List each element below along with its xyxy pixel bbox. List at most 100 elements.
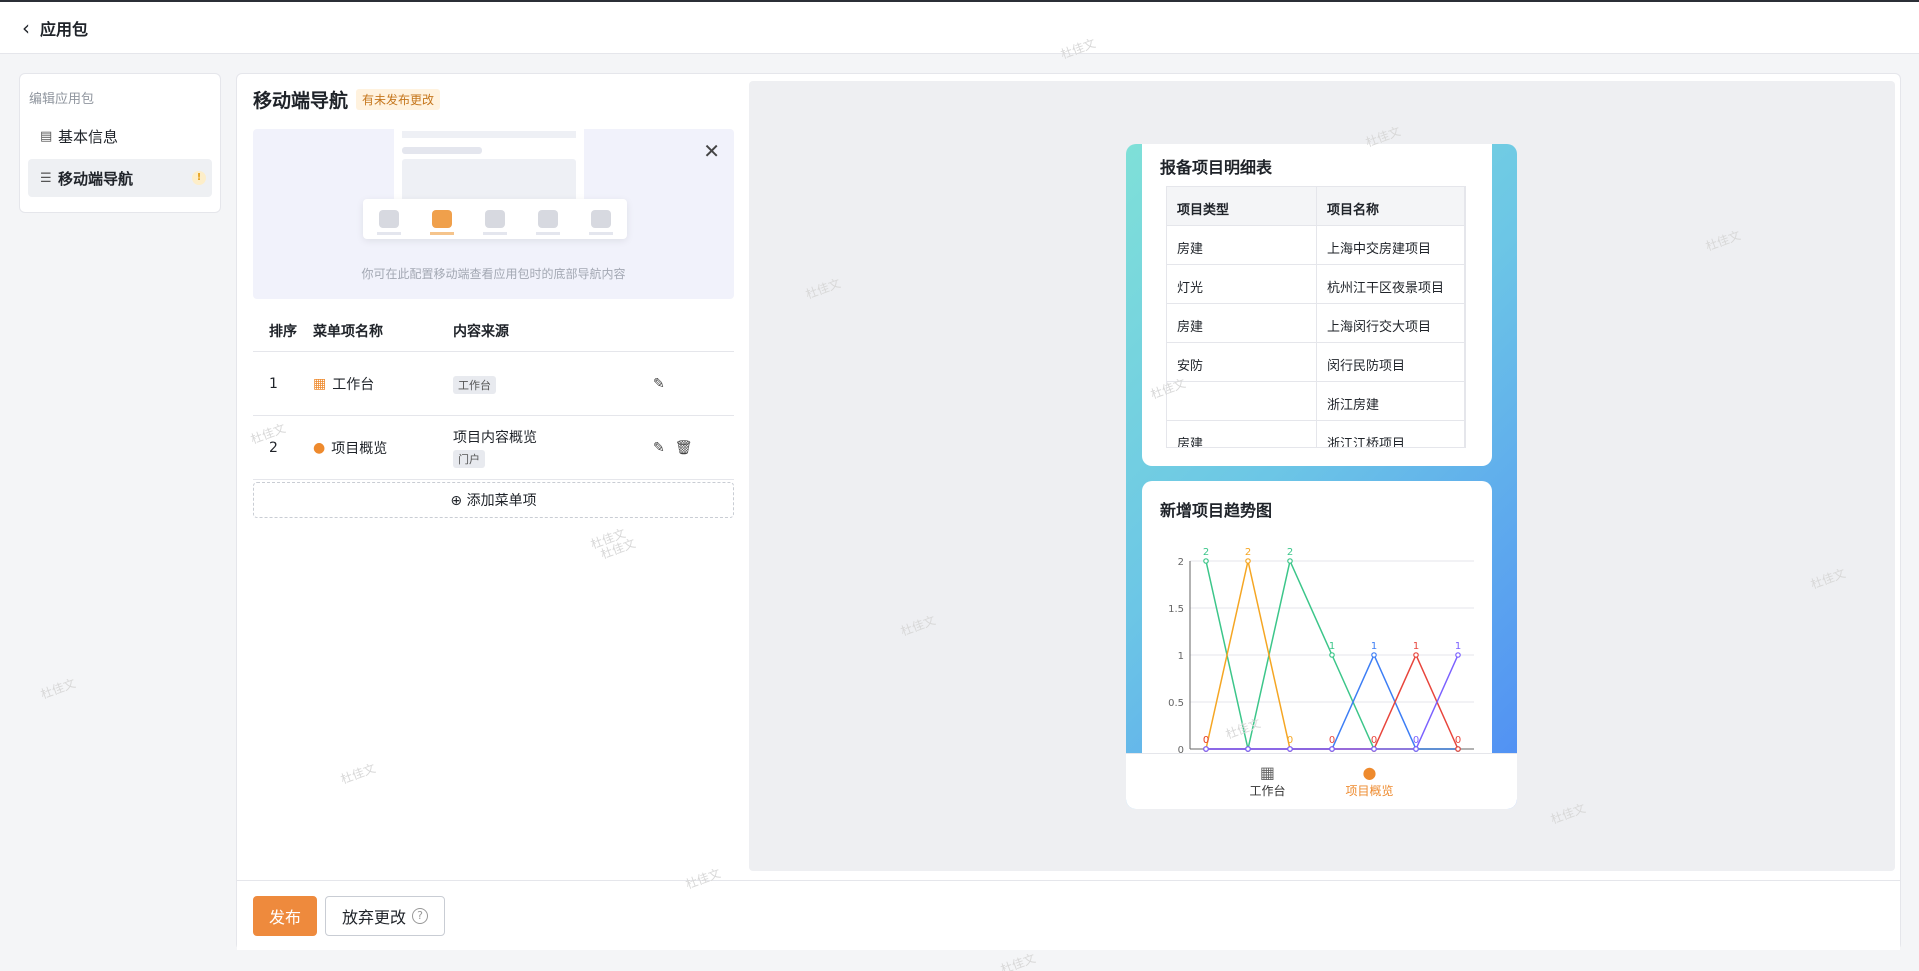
data-point [1413, 746, 1419, 752]
table-card: 报备项目明细表 项目类型 项目名称 房建 上海中交房建项目 灯光 杭州江干区夜景项目 … [1142, 144, 1492, 466]
phone-frame: 报备项目明细表 项目类型 项目名称 房建 上海中交房建项目 灯光 杭州江干区夜景项目 … [1126, 144, 1517, 809]
delete-icon[interactable]: 🗑 [675, 440, 693, 456]
discard-label: 放弃更改 [342, 907, 407, 927]
data-point [1287, 746, 1293, 752]
page-title-text: 移动端导航 [253, 90, 349, 112]
row-order: 1 [269, 375, 278, 392]
discard-changes-button[interactable]: 放弃更改 ? [325, 895, 446, 936]
mock-nav-illustration [363, 199, 627, 239]
preview-cell: 浙江房建 [1317, 382, 1465, 420]
table-header: 排序 菜单项名称 内容来源 [253, 311, 734, 352]
preview-cell: 房建 [1167, 304, 1317, 342]
row-name: 工作台 [332, 376, 375, 393]
preview-cell: 上海闵行交大项目 [1317, 304, 1465, 342]
sliders-icon: ☰ [40, 170, 52, 186]
data-label: 0 [1203, 735, 1209, 746]
app-header: ‹ 应用包 [0, 2, 1919, 54]
close-icon[interactable]: ✕ [703, 139, 720, 163]
data-point [1329, 652, 1335, 658]
data-point [1455, 652, 1461, 658]
data-point [1203, 746, 1209, 752]
sidebar: 编辑应用包 ▤ 基本信息 ☰ 移动端导航 ! [19, 73, 221, 213]
data-label: 0 [1455, 735, 1461, 746]
chart-card: 新增项目趋势图 0 0.5 1 1.5 2 2 2 1 0 2 0 1 0 0 0 1 0 0 1 [1142, 481, 1492, 761]
publish-button[interactable]: 发布 [253, 895, 318, 936]
row-name: 项目概览 [331, 440, 388, 457]
status-badge: 有未发布更改 [356, 89, 441, 110]
data-point [1245, 558, 1251, 564]
preview-cell [1167, 382, 1317, 420]
preview-table[interactable]: 项目类型 项目名称 房建 上海中交房建项目 灯光 杭州江干区夜景项目 房建 上海闵行交大… [1166, 186, 1466, 448]
grid-icon: ▦ [1259, 763, 1276, 782]
data-label: 2 [1203, 547, 1209, 558]
source-tag: 门户 [453, 450, 485, 468]
preview-column-header: 项目名称 [1317, 187, 1465, 225]
column-header-name: 菜单项名称 [313, 324, 383, 340]
grid-icon: ▦ [313, 375, 327, 392]
menu-table: 排序 菜单项名称 内容来源 1 ▦ 工作台 工作台 ✎ 2 ● 项目概览 项目内容概… [253, 311, 734, 480]
main-panel: 移动端导航 有未发布更改 你可在此配置移动端查看应用包时的底部导航内容 ✕ 排序… [236, 73, 1901, 950]
table-card-title: 报备项目明细表 [1160, 158, 1273, 177]
preview-bottom-nav: ▦ 工作台 ● 项目概览 [1126, 753, 1517, 809]
help-icon: ? [412, 907, 429, 924]
chart-card-title: 新增项目趋势图 [1160, 501, 1273, 520]
nav-item-workbench[interactable]: ▦ 工作台 [1249, 764, 1285, 799]
warning-badge: ! [192, 171, 206, 185]
page-title: 移动端导航 有未发布更改 [253, 86, 441, 113]
user-icon: ● [1362, 763, 1377, 782]
data-label: 2 [1287, 547, 1293, 558]
trend-line-chart: 00.511.522 2102010 0 01001 [1168, 547, 1474, 756]
data-point [1455, 746, 1461, 752]
source-tag: 工作台 [453, 376, 496, 394]
add-menu-item-button[interactable]: ⊕ 添加菜单项 [253, 482, 734, 518]
row-source: 项目内容概览 [453, 430, 537, 446]
data-label: 0 [1329, 735, 1335, 746]
preview-cell: 灯光 [1167, 265, 1317, 303]
data-label: 1 [1371, 641, 1377, 652]
preview-cell: 上海中交房建项目 [1317, 226, 1465, 264]
intro-banner: 你可在此配置移动端查看应用包时的底部导航内容 ✕ [253, 129, 734, 299]
chevron-left-icon[interactable]: ‹ [22, 18, 30, 38]
banner-hint: 你可在此配置移动端查看应用包时的底部导航内容 [361, 267, 626, 281]
document-icon: ▤ [40, 128, 53, 144]
mobile-preview: 报备项目明细表 项目类型 项目名称 房建 上海中交房建项目 灯光 杭州江干区夜景项目 … [749, 81, 1895, 871]
nav-item-label: 工作台 [1249, 784, 1286, 798]
edit-icon[interactable]: ✎ [653, 376, 665, 392]
data-label: 1 [1413, 641, 1419, 652]
table-row: 2 ● 项目概览 项目内容概览 门户 ✎ 🗑 [253, 416, 734, 480]
preview-cell: 房建 [1167, 421, 1317, 447]
preview-cell: 房建 [1167, 226, 1317, 264]
preview-cell: 浙江江桥项目 [1317, 421, 1465, 447]
y-tick-label: 1 [1178, 651, 1184, 662]
preview-cell: 安防 [1167, 343, 1317, 381]
data-label: 0 [1413, 735, 1419, 746]
sidebar-item-label: 基本信息 [58, 127, 119, 146]
data-point [1371, 746, 1377, 752]
column-header-source: 内容来源 [453, 324, 509, 340]
column-header-order: 排序 [269, 324, 297, 340]
edit-icon[interactable]: ✎ [653, 440, 665, 456]
data-label: 1 [1329, 641, 1335, 652]
y-tick-label: 0.5 [1168, 698, 1184, 709]
user-icon: ● [313, 439, 326, 456]
sidebar-item-label: 移动端导航 [58, 169, 134, 188]
sidebar-item-mobile-nav[interactable]: ☰ 移动端导航 ! [28, 159, 212, 197]
sidebar-item-basic-info[interactable]: ▤ 基本信息 [28, 117, 212, 155]
data-point [1413, 652, 1419, 658]
nav-item-label: 项目概览 [1345, 784, 1394, 798]
table-row: 1 ▦ 工作台 工作台 ✎ [253, 352, 734, 416]
nav-item-project-overview[interactable]: ● 项目概览 [1346, 764, 1394, 799]
data-point [1287, 558, 1293, 564]
data-point [1203, 558, 1209, 564]
footer-bar: 发布 放弃更改 ? [237, 880, 1900, 950]
data-label: 1 [1455, 641, 1461, 652]
y-tick-label: 2 [1178, 557, 1184, 568]
row-order: 2 [269, 439, 278, 456]
data-point [1329, 746, 1335, 752]
y-tick-label: 1.5 [1168, 604, 1184, 615]
preview-cell: 闵行民防项目 [1317, 343, 1465, 381]
data-point [1245, 746, 1251, 752]
data-point [1371, 652, 1377, 658]
preview-column-header: 项目类型 [1167, 187, 1317, 225]
data-label: 2 [1245, 547, 1251, 558]
